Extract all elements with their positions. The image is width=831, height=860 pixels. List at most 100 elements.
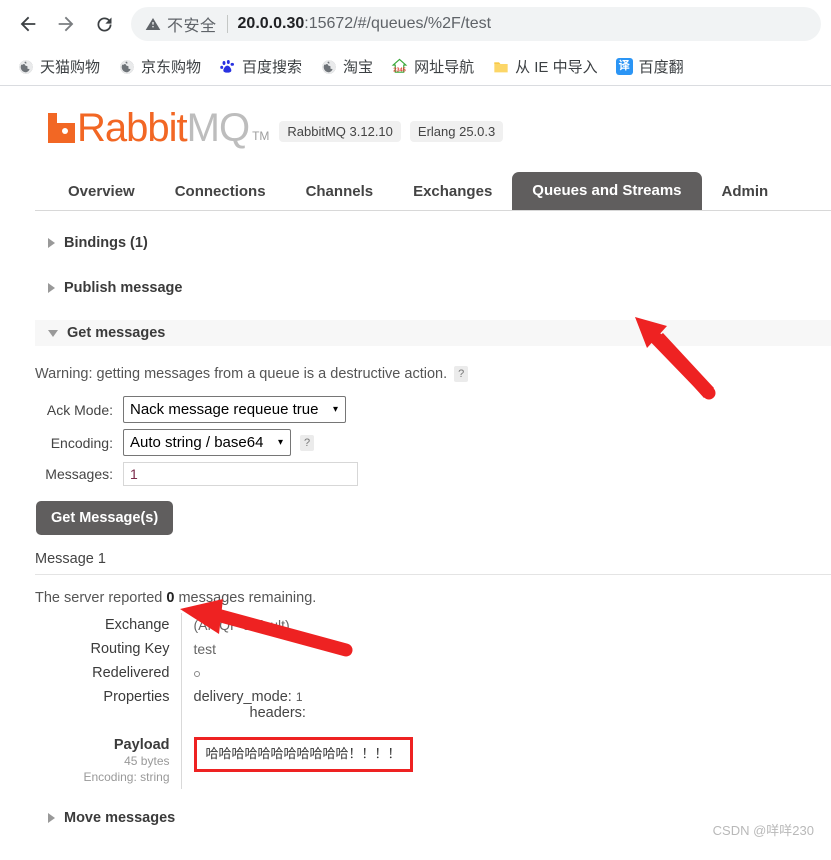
section-move-messages[interactable]: Move messages [35, 805, 831, 831]
messages-count-input[interactable] [123, 462, 358, 486]
url-host: 20.0.0.30 [237, 15, 305, 32]
message-heading: Message 1 [35, 551, 831, 575]
server-reported-text: The server reported 0 messages remaining… [35, 590, 831, 606]
chevron-down-icon [48, 329, 58, 337]
badge-erlang-version: Erlang 25.0.3 [409, 121, 504, 142]
routing-key-label: Routing Key [90, 641, 170, 657]
redelivered-label: Redelivered [92, 665, 170, 681]
payload-label-cell: Payload 45 bytes Encoding: string [35, 725, 181, 789]
section-publish-message[interactable]: Publish message [35, 275, 831, 301]
redelivered-value [180, 661, 413, 685]
payload-label: Payload [113, 737, 170, 753]
encoding-select[interactable]: Auto string / base64 [123, 429, 291, 456]
bookmark-taobao[interactable]: 淘宝 [311, 52, 382, 81]
fanyi-icon: 译 [615, 58, 633, 75]
address-bar-url: 20.0.0.30:15672/#/queues/%2F/test [238, 15, 492, 33]
get-messages-button[interactable]: Get Message(s) [36, 501, 174, 535]
encoding-label: Encoding: [50, 434, 113, 451]
exchange-label: Exchange [105, 617, 170, 633]
server-reported-suffix: messages remaining. [174, 590, 317, 606]
bookmark-label: 网址导航 [414, 59, 475, 76]
tab-queues-and-streams[interactable]: Queues and Streams [512, 172, 702, 210]
encoding-select-wrap: Auto string / base64 ▾ [123, 429, 291, 456]
bookmark-label: 天猫购物 [40, 59, 101, 76]
tab-overview[interactable]: Overview [48, 174, 155, 210]
bookmark-wangzhi-daohang[interactable]: 2345 网址导航 [382, 52, 483, 81]
section-get-messages[interactable]: Get messages [35, 320, 831, 346]
destructive-action-warning: Warning: getting messages from a queue i… [35, 366, 831, 382]
server-reported-prefix: The server reported [35, 590, 167, 606]
insecure-label: 不安全 [167, 18, 217, 35]
properties-label: Properties [103, 689, 170, 705]
routing-key-value: test [180, 637, 413, 661]
forward-arrow-icon[interactable] [48, 6, 84, 42]
insecure-warning-icon [145, 16, 161, 32]
messages-count-row: Messages: [35, 462, 831, 486]
bookmark-label: 百度搜索 [242, 59, 303, 76]
property-key: delivery_mode: [193, 689, 292, 705]
bookmark-label: 京东购物 [141, 59, 202, 76]
badge-rabbitmq-version: RabbitMQ 3.12.10 [279, 121, 401, 142]
section-get-messages-label: Get messages [67, 325, 166, 341]
property-delivery-mode: delivery_mode: 1 [194, 689, 413, 705]
exchange-value: (AMQP default) [180, 613, 413, 637]
bookmarks-bar: 天猫购物 京东购物 百度搜索 淘宝 2345 网址导航 从 IE 中导入 译 百… [0, 48, 831, 86]
ack-mode-select-wrap: Nack message requeue true ▾ [123, 396, 346, 423]
baidu-icon [219, 58, 236, 75]
help-icon[interactable]: ? [454, 366, 469, 382]
browser-toolbar: 不安全 20.0.0.30:15672/#/queues/%2F/test [0, 0, 831, 48]
encoding-row: Encoding: Auto string / base64 ▾ ? [35, 429, 831, 456]
table-row-exchange: Exchange (AMQP default) [35, 613, 413, 637]
bookmark-label: 从 IE 中导入 [515, 59, 598, 76]
ack-mode-label: Ack Mode: [46, 401, 113, 418]
ack-mode-row: Ack Mode: Nack message requeue true ▾ [35, 396, 831, 423]
reload-icon[interactable] [86, 6, 122, 42]
get-messages-form: Ack Mode: Nack message requeue true ▾ En… [35, 396, 831, 535]
watermark: CSDN @咩咩230 [712, 823, 814, 838]
tab-channels[interactable]: Channels [286, 174, 394, 210]
main-tabs: Overview Connections Channels Exchanges … [35, 172, 831, 211]
payload-content: 哈哈哈哈哈哈哈哈哈哈哈！！！！ [193, 737, 413, 772]
bookmark-ie-import[interactable]: 从 IE 中导入 [483, 52, 607, 81]
bookmark-tianmao[interactable]: 天猫购物 [8, 52, 109, 81]
chevron-right-icon [48, 283, 55, 293]
svg-text:2345: 2345 [393, 67, 406, 73]
2345-icon: 2345 [391, 58, 408, 75]
logo-trademark: TM [252, 129, 270, 143]
globe-icon [118, 58, 135, 75]
rabbitmq-logo-icon [48, 113, 75, 143]
bookmark-jingdong[interactable]: 京东购物 [109, 52, 210, 81]
back-arrow-icon[interactable] [10, 6, 46, 42]
table-row-routing-key: Routing Key test [35, 637, 413, 661]
messages-label: Messages: [45, 466, 113, 482]
message-details-table: Exchange (AMQP default) Routing Key test… [35, 613, 413, 790]
bookmark-baidu-fanyi[interactable]: 译 百度翻 [607, 52, 693, 81]
circle-icon [193, 671, 200, 678]
property-key: headers: [249, 705, 306, 721]
tab-admin[interactable]: Admin [702, 174, 789, 210]
payload-encoding: Encoding: string [83, 770, 170, 785]
table-row-redelivered: Redelivered [35, 661, 413, 685]
address-bar[interactable]: 不安全 20.0.0.30:15672/#/queues/%2F/test [131, 7, 821, 41]
globe-icon [17, 58, 34, 75]
chevron-right-icon [48, 813, 55, 824]
rabbitmq-header: Rabbit MQ TM RabbitMQ 3.12.10 Erlang 25.0.… [35, 86, 831, 148]
folder-icon [492, 58, 509, 75]
property-headers: headers: [194, 705, 413, 721]
logo-text-mq: MQ [186, 106, 250, 150]
tab-connections[interactable]: Connections [155, 174, 286, 210]
rabbitmq-management-page: Rabbit MQ TM RabbitMQ 3.12.10 Erlang 25.0.… [0, 86, 831, 849]
bookmark-baidu-search[interactable]: 百度搜索 [210, 52, 311, 81]
tab-exchanges[interactable]: Exchanges [393, 174, 512, 210]
table-row-payload: Payload 45 bytes Encoding: string 哈哈哈哈哈哈… [35, 725, 413, 790]
rabbitmq-logo[interactable]: Rabbit MQ TM [48, 108, 269, 148]
section-bindings[interactable]: Bindings (1) [35, 230, 831, 256]
property-value: 1 [295, 690, 303, 704]
section-bindings-label: Bindings (1) [64, 235, 148, 251]
encoding-help-icon[interactable]: ? [300, 434, 314, 451]
properties-value: delivery_mode: 1 headers: [180, 685, 413, 725]
omnibox-divider [226, 15, 228, 33]
ack-mode-select[interactable]: Nack message requeue true [123, 396, 346, 423]
url-path: :15672/#/queues/%2F/test [304, 15, 492, 32]
section-move-messages-label: Move messages [64, 810, 176, 827]
